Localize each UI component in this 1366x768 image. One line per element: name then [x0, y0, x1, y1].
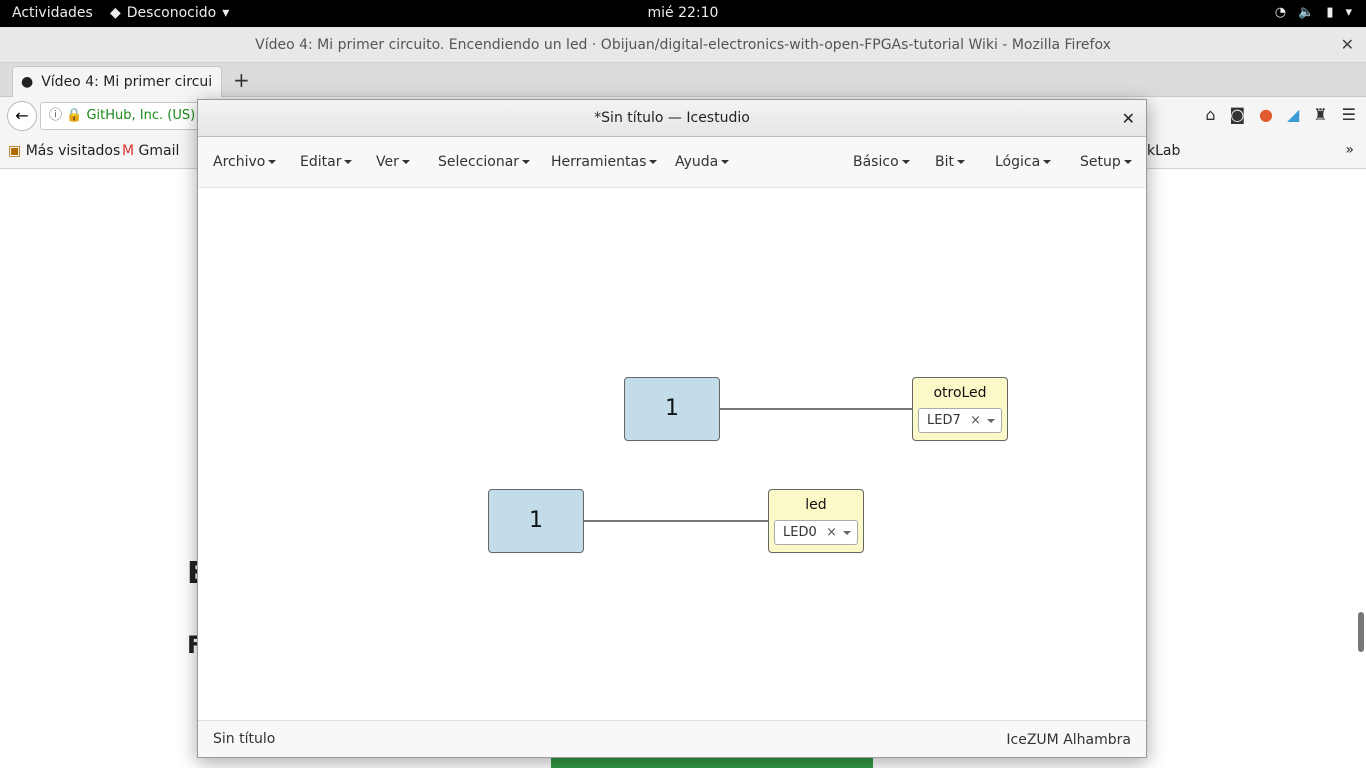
status-board[interactable]: IceZUM Alhambra — [1006, 732, 1131, 748]
close-icon[interactable]: ✕ — [1122, 100, 1135, 137]
new-tab-button[interactable]: + — [233, 68, 250, 92]
hamburger-menu-icon[interactable]: ☰ — [1342, 105, 1356, 124]
system-tray[interactable]: ◔ 🔈 ▮ ▾ — [1275, 5, 1352, 20]
bookmark-gmail[interactable]: M Gmail — [122, 143, 179, 159]
chevron-down-icon: ▾ — [1345, 5, 1352, 20]
gmail-icon: M — [122, 143, 135, 159]
icestudio-window: *Sin título — Icestudio ✕ Archivo Editar… — [197, 99, 1147, 758]
chevron-down-icon[interactable] — [843, 531, 851, 535]
output-block-otroled[interactable]: otroLed LED7 × — [912, 377, 1008, 441]
battery-icon: ▮ — [1326, 5, 1334, 20]
wire-bottom[interactable] — [584, 520, 768, 522]
menu-ver[interactable]: Ver — [376, 154, 410, 170]
volume-icon: 🔈 — [1298, 5, 1315, 20]
constant-block-top[interactable]: 1 — [624, 377, 720, 441]
pin-select[interactable]: LED7 × — [918, 408, 1002, 433]
info-icon: ⓘ — [49, 108, 63, 123]
close-icon[interactable]: ✕ — [1341, 27, 1354, 63]
pin-value: LED7 — [927, 413, 961, 428]
close-tab-icon[interactable]: ✕ — [220, 74, 221, 90]
folder-icon: ▣ — [8, 143, 22, 159]
chevron-down-icon[interactable] — [987, 419, 995, 423]
lock-icon: 🔒 — [66, 108, 83, 123]
firefox-titlebar: Vídeo 4: Mi primer circuito. Encendiendo… — [0, 27, 1366, 63]
clear-icon[interactable]: × — [826, 521, 837, 544]
clock[interactable]: mié 22:10 — [0, 5, 1366, 21]
system-top-bar: Actividades ◆ Desconocido ▾ mié 22:10 ◔ … — [0, 0, 1366, 27]
menu-basico[interactable]: Básico — [853, 154, 910, 170]
status-filename: Sin título — [213, 731, 276, 747]
home-icon[interactable]: ⌂ — [1205, 105, 1215, 124]
output-block-led[interactable]: led LED0 × — [768, 489, 864, 553]
constant-block-bottom[interactable]: 1 — [488, 489, 584, 553]
menu-setup[interactable]: Setup — [1080, 154, 1132, 170]
menu-logica[interactable]: Lógica — [995, 154, 1051, 170]
icestudio-statusbar: Sin título IceZUM Alhambra — [198, 720, 1146, 757]
bookmark-most-visited[interactable]: ▣ Más visitados — [8, 143, 120, 159]
url-identity: GitHub, Inc. (US) — [86, 108, 196, 123]
toolbar-icons: ⌂ ◙ ● ◢ ♜ ☰ — [1205, 105, 1356, 124]
menu-herramientas[interactable]: Herramientas — [551, 154, 657, 170]
pocket-icon[interactable]: ◙ — [1230, 105, 1246, 124]
tab-label: Vídeo 4: Mi primer circui — [41, 74, 213, 90]
wifi-icon: ◔ — [1274, 5, 1287, 20]
pin-select[interactable]: LED0 × — [774, 520, 858, 545]
icestudio-titlebar: *Sin título — Icestudio ✕ — [198, 100, 1146, 137]
bookmark-right[interactable]: kLab — [1147, 143, 1180, 159]
wire-top[interactable] — [720, 408, 912, 410]
icestudio-title: *Sin título — Icestudio — [594, 110, 750, 126]
browser-tab[interactable]: ● Vídeo 4: Mi primer circui ✕ — [12, 66, 222, 97]
firefox-tabstrip: ● Vídeo 4: Mi primer circui ✕ + — [0, 63, 1366, 97]
menu-editar[interactable]: Editar — [300, 154, 352, 170]
github-icon: ● — [21, 74, 34, 90]
bookmark-label: Más visitados — [25, 143, 121, 159]
menu-ayuda[interactable]: Ayuda — [675, 154, 729, 170]
extension-icon[interactable]: ♜ — [1313, 105, 1327, 124]
duckduckgo-icon[interactable]: ● — [1259, 105, 1273, 124]
back-button[interactable]: ← — [7, 101, 37, 131]
icestudio-menubar: Archivo Editar Ver Seleccionar Herramien… — [198, 137, 1146, 188]
circuit-canvas[interactable]: 1 otroLed LED7 × 1 led LED0 × — [198, 189, 1146, 721]
bookmark-label: Gmail — [138, 143, 180, 159]
menu-bit[interactable]: Bit — [935, 154, 965, 170]
menu-seleccionar[interactable]: Seleccionar — [438, 154, 530, 170]
telegram-icon[interactable]: ◢ — [1287, 105, 1299, 124]
menu-archivo[interactable]: Archivo — [213, 154, 276, 170]
clear-icon[interactable]: × — [970, 409, 981, 432]
pin-value: LED0 — [783, 525, 817, 540]
window-title: Vídeo 4: Mi primer circuito. Encendiendo… — [255, 37, 1111, 53]
output-label: otroLed — [933, 385, 987, 401]
output-label: led — [805, 497, 827, 513]
overflow-chevron-icon[interactable]: » — [1345, 142, 1354, 158]
page-scrollbar[interactable] — [1358, 612, 1364, 652]
